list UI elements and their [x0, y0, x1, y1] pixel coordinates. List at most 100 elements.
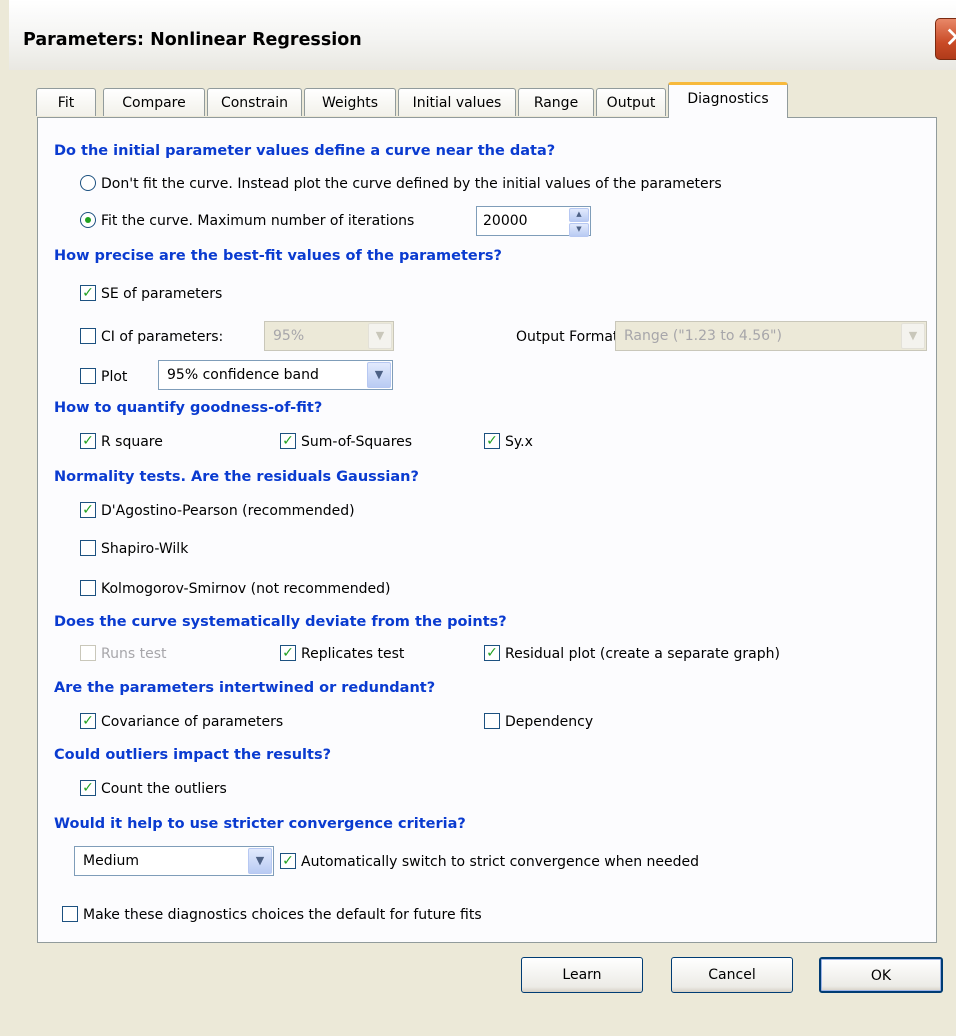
make-default-label: Make these diagnostics choices the defau… — [83, 907, 482, 923]
chevron-down-icon[interactable]: ▼ — [367, 362, 391, 388]
plot-band-select[interactable]: 95% confidence band ▼ — [158, 360, 393, 390]
checkbox-box[interactable] — [80, 368, 96, 384]
heading-outliers: Could outliers impact the results? — [54, 747, 331, 763]
dialog-content: Fit Compare Constrain Weights Initial va… — [9, 70, 956, 1036]
heading-normality-tests: Normality tests. Are the residuals Gauss… — [54, 469, 419, 485]
spin-buttons[interactable]: ▲ ▼ — [569, 208, 589, 237]
se-parameters-label: SE of parameters — [101, 286, 223, 302]
check-icon[interactable]: ✓ — [80, 713, 96, 729]
heading-precision: How precise are the best-fit values of t… — [54, 248, 502, 264]
checkbox-shapiro-wilk[interactable]: Shapiro-Wilk — [80, 538, 188, 560]
heading-systematic-deviation: Does the curve systematically deviate fr… — [54, 614, 507, 630]
checkbox-dagostino[interactable]: ✓ D'Agostino-Pearson (recommended) — [80, 500, 355, 522]
count-outliers-label: Count the outliers — [101, 781, 227, 797]
chevron-down-icon[interactable]: ▼ — [901, 323, 925, 349]
tab-constrain[interactable]: Constrain — [207, 88, 302, 116]
learn-button[interactable]: Learn — [521, 957, 643, 993]
checkbox-plot[interactable]: Plot — [80, 366, 127, 388]
check-icon[interactable]: ✓ — [80, 502, 96, 518]
heading-intertwined: Are the parameters intertwined or redund… — [54, 680, 436, 696]
checkbox-auto-switch[interactable]: ✓ Automatically switch to strict converge… — [280, 851, 699, 873]
check-icon[interactable]: ✓ — [280, 433, 296, 449]
check-icon[interactable]: ✓ — [280, 853, 296, 869]
sum-of-squares-label: Sum-of-Squares — [301, 434, 413, 450]
max-iterations-value: 20000 — [483, 213, 528, 229]
tab-initial-values[interactable]: Initial values — [398, 88, 516, 116]
radio-fit-curve-label: Fit the curve. Maximum number of iterati… — [101, 213, 415, 229]
tab-output[interactable]: Output — [596, 88, 666, 116]
plot-band-value: 95% confidence band — [167, 367, 319, 383]
radio-fit-curve-indicator[interactable] — [80, 212, 96, 228]
checkbox-covariance[interactable]: ✓ Covariance of parameters — [80, 711, 283, 733]
chevron-down-icon[interactable]: ▼ — [368, 323, 392, 349]
check-icon[interactable]: ✓ — [484, 433, 500, 449]
dependency-label: Dependency — [505, 714, 594, 730]
tab-compare[interactable]: Compare — [103, 88, 205, 116]
window-title: Parameters: Nonlinear Regression — [23, 30, 362, 50]
checkbox-box[interactable] — [80, 328, 96, 344]
checkbox-sum-of-squares[interactable]: ✓ Sum-of-Squares — [280, 431, 412, 453]
chevron-down-icon[interactable]: ▼ — [248, 848, 272, 874]
checkbox-box[interactable] — [80, 540, 96, 556]
replicates-test-label: Replicates test — [301, 646, 405, 662]
check-icon[interactable]: ✓ — [80, 285, 96, 301]
tab-fit[interactable]: Fit — [36, 88, 96, 116]
checkbox-dependency[interactable]: Dependency — [484, 711, 593, 733]
checkbox-make-default[interactable]: Make these diagnostics choices the defau… — [62, 904, 482, 926]
ci-level-value: 95% — [273, 328, 305, 344]
output-format-label: Output Format: — [516, 329, 624, 345]
tab-weights[interactable]: Weights — [304, 88, 396, 116]
radio-dont-fit-label: Don't fit the curve. Instead plot the cu… — [101, 176, 722, 192]
check-icon[interactable]: ✓ — [80, 780, 96, 796]
max-iterations-stepper[interactable]: 20000 ▲ ▼ — [476, 206, 591, 237]
checkbox-se-parameters[interactable]: ✓ SE of parameters — [80, 283, 222, 305]
checkbox-box[interactable] — [80, 645, 96, 661]
checkbox-box[interactable] — [484, 713, 500, 729]
dialog-window: Parameters: Nonlinear Regression ✕ Fit C… — [0, 0, 956, 1036]
check-icon[interactable]: ✓ — [484, 645, 500, 661]
convergence-criteria-select[interactable]: Medium ▼ — [74, 846, 274, 876]
radio-dont-fit-indicator[interactable] — [80, 175, 96, 191]
checkbox-box[interactable] — [62, 906, 78, 922]
checkbox-count-outliers[interactable]: ✓ Count the outliers — [80, 778, 227, 800]
close-icon[interactable]: ✕ — [935, 18, 956, 60]
check-icon[interactable]: ✓ — [280, 645, 296, 661]
radio-fit-curve[interactable]: Fit the curve. Maximum number of iterati… — [80, 210, 414, 232]
heading-convergence: Would it help to use stricter convergenc… — [54, 816, 466, 832]
convergence-criteria-value: Medium — [83, 853, 139, 869]
radio-dont-fit[interactable]: Don't fit the curve. Instead plot the cu… — [80, 173, 722, 195]
dagostino-label: D'Agostino-Pearson (recommended) — [101, 503, 355, 519]
checkbox-syx[interactable]: ✓ Sy.x — [484, 431, 533, 453]
heading-goodness-of-fit: How to quantify goodness-of-fit? — [54, 400, 323, 416]
checkbox-r-square[interactable]: ✓ R square — [80, 431, 163, 453]
check-icon[interactable]: ✓ — [80, 433, 96, 449]
ci-level-select[interactable]: 95% ▼ — [264, 321, 394, 351]
ci-parameters-label: CI of parameters: — [101, 329, 224, 345]
checkbox-replicates-test[interactable]: ✓ Replicates test — [280, 643, 404, 665]
ok-button[interactable]: OK — [819, 957, 943, 993]
residual-plot-label: Residual plot (create a separate graph) — [505, 646, 780, 662]
checkbox-runs-test[interactable]: Runs test — [80, 643, 166, 665]
checkbox-kolmogorov[interactable]: Kolmogorov-Smirnov (not recommended) — [80, 578, 390, 600]
diagnostics-panel: Do the initial parameter values define a… — [37, 117, 937, 943]
covariance-label: Covariance of parameters — [101, 714, 284, 730]
tab-range[interactable]: Range — [518, 88, 594, 116]
checkbox-ci-parameters[interactable]: CI of parameters: — [80, 326, 223, 348]
tab-diagnostics[interactable]: Diagnostics — [668, 82, 788, 118]
syx-label: Sy.x — [505, 434, 533, 450]
runs-test-label: Runs test — [101, 646, 167, 662]
heading-initial-values: Do the initial parameter values define a… — [54, 143, 556, 159]
spin-down-icon[interactable]: ▼ — [569, 223, 589, 237]
spin-up-icon[interactable]: ▲ — [569, 208, 589, 222]
r-square-label: R square — [101, 434, 163, 450]
cancel-button[interactable]: Cancel — [671, 957, 793, 993]
checkbox-residual-plot[interactable]: ✓ Residual plot (create a separate graph) — [484, 643, 780, 665]
plot-label: Plot — [101, 369, 128, 385]
output-format-value: Range ("1.23 to 4.56") — [624, 328, 782, 344]
output-format-select[interactable]: Range ("1.23 to 4.56") ▼ — [615, 321, 927, 351]
title-bar[interactable]: Parameters: Nonlinear Regression ✕ — [9, 0, 956, 71]
shapiro-label: Shapiro-Wilk — [101, 541, 189, 557]
checkbox-box[interactable] — [80, 580, 96, 596]
kolmogorov-label: Kolmogorov-Smirnov (not recommended) — [101, 581, 391, 597]
auto-switch-label: Automatically switch to strict convergen… — [301, 854, 700, 870]
